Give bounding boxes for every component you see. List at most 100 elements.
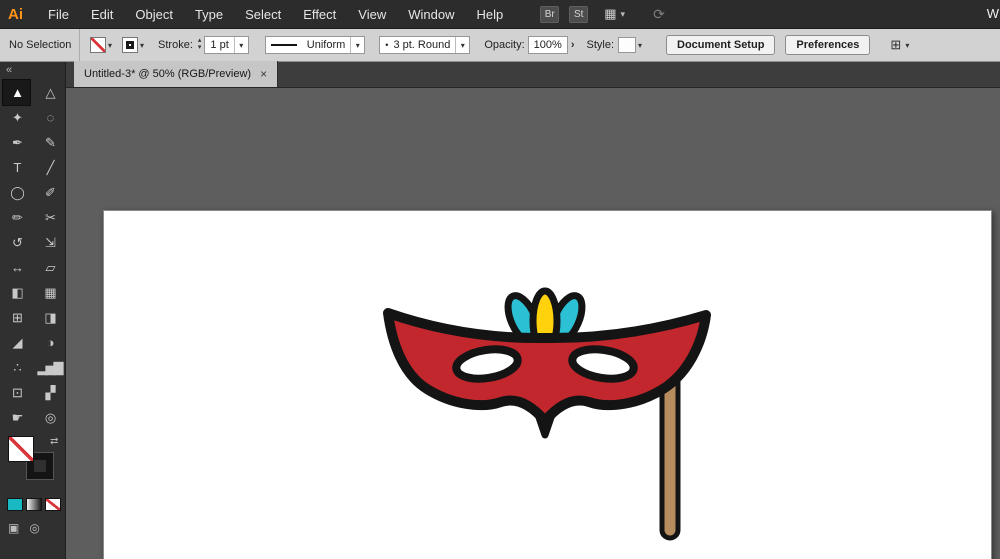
menu-view[interactable]: View bbox=[347, 0, 397, 28]
stroke-weight-stepper[interactable]: ▴ ▾ bbox=[198, 38, 202, 52]
workspace: « ▲△✦◌✒✎T╱◯✐✏✂↺⇲↔▱◧▦⊞◨◢◑∴▂▅▇⊡▞☛◎ ⇄ ▣ ◎ U… bbox=[0, 62, 1000, 559]
brush-definition-value[interactable]: 3 pt. Round bbox=[388, 37, 455, 53]
document-setup-button[interactable]: Document Setup bbox=[666, 35, 775, 55]
column-graph-icon: ▂▅▇ bbox=[38, 360, 62, 376]
slice-icon: ▞ bbox=[46, 385, 54, 401]
preferences-button[interactable]: Preferences bbox=[785, 35, 870, 55]
control-bar: No Selection ▾ ▾ Stroke: ▴ ▾ 1 pt ▾ Unif… bbox=[0, 28, 1000, 62]
tool-slice[interactable]: ▞ bbox=[36, 380, 63, 405]
eyedropper-icon: ◢ bbox=[13, 335, 21, 351]
align-icon: ⊞ bbox=[890, 37, 901, 53]
swap-fill-stroke-icon[interactable]: ⇄ bbox=[50, 436, 58, 447]
panel-collapse-icon[interactable]: « bbox=[0, 62, 65, 76]
width-profile-dropdown[interactable]: Uniform ▾ bbox=[265, 36, 366, 54]
chevron-down-icon[interactable]: ▾ bbox=[350, 37, 364, 53]
tool-type[interactable]: T bbox=[3, 155, 30, 180]
tool-scissors[interactable]: ✂ bbox=[36, 205, 63, 230]
magic-wand-icon: ✦ bbox=[12, 110, 21, 126]
stepper-down-icon[interactable]: ▾ bbox=[198, 45, 202, 52]
menu-window[interactable]: Window bbox=[397, 0, 465, 28]
chevron-down-icon[interactable]: ▾ bbox=[638, 41, 642, 50]
menu-object[interactable]: Object bbox=[124, 0, 184, 28]
tool-shape-builder[interactable]: ◧ bbox=[3, 280, 30, 305]
tool-ellipse[interactable]: ◯ bbox=[3, 180, 30, 205]
menu-select[interactable]: Select bbox=[234, 0, 292, 28]
style-label: Style: bbox=[586, 39, 614, 51]
tool-scale[interactable]: ⇲ bbox=[36, 230, 63, 255]
draw-behind-icon[interactable]: ◎ bbox=[29, 521, 39, 535]
tool-selection[interactable]: ▲ bbox=[3, 80, 30, 105]
arrange-documents-icon: ▦ bbox=[604, 6, 616, 22]
color-button[interactable] bbox=[7, 498, 23, 511]
opacity-value[interactable]: 100% bbox=[529, 37, 567, 53]
tool-hand[interactable]: ☛ bbox=[3, 405, 30, 430]
selection-status: No Selection bbox=[0, 29, 80, 61]
paintbrush-icon: ✐ bbox=[45, 185, 54, 201]
chevron-down-icon[interactable]: ▾ bbox=[234, 37, 248, 53]
none-button[interactable] bbox=[45, 498, 61, 511]
tool-rotate[interactable]: ↺ bbox=[3, 230, 30, 255]
tool-blend[interactable]: ◑ bbox=[36, 330, 63, 355]
tool-gradient[interactable]: ◨ bbox=[36, 305, 63, 330]
menu-help[interactable]: Help bbox=[465, 0, 514, 28]
curvature-icon: ✎ bbox=[45, 135, 54, 151]
stroke-color-dropdown[interactable]: ▾ bbox=[122, 37, 144, 53]
tool-line-segment[interactable]: ╱ bbox=[36, 155, 63, 180]
fill-indicator-none[interactable] bbox=[8, 436, 34, 462]
menu-edit[interactable]: Edit bbox=[80, 0, 124, 28]
tool-eyedropper[interactable]: ◢ bbox=[3, 330, 30, 355]
menu-type[interactable]: Type bbox=[184, 0, 234, 28]
fill-stroke-indicator: ⇄ bbox=[0, 436, 65, 492]
tool-free-transform[interactable]: ▱ bbox=[36, 255, 63, 280]
opacity-field[interactable]: 100% bbox=[528, 36, 568, 54]
mesh-icon: ⊞ bbox=[12, 310, 21, 326]
opacity-label: Opacity: bbox=[484, 39, 524, 51]
tool-pencil[interactable]: ✏ bbox=[3, 205, 30, 230]
menu-bar: Ai FileEditObjectTypeSelectEffectViewWin… bbox=[0, 0, 1000, 28]
width-icon: ↔ bbox=[11, 260, 22, 275]
artboard-icon: ⊡ bbox=[12, 385, 21, 401]
menu-file[interactable]: File bbox=[37, 0, 80, 28]
fill-none-swatch[interactable] bbox=[90, 37, 106, 53]
pencil-icon: ✏ bbox=[12, 210, 21, 226]
tool-symbol-sprayer[interactable]: ∴ bbox=[3, 355, 30, 380]
fill-color-dropdown[interactable]: ▾ bbox=[90, 37, 112, 53]
stroke-color-swatch[interactable] bbox=[122, 37, 138, 53]
tool-zoom[interactable]: ◎ bbox=[36, 405, 63, 430]
symbol-sprayer-icon: ∴ bbox=[13, 360, 19, 376]
tool-mesh[interactable]: ⊞ bbox=[3, 305, 30, 330]
stroke-weight-value[interactable]: 1 pt bbox=[205, 37, 233, 53]
tool-column-graph[interactable]: ▂▅▇ bbox=[36, 355, 63, 380]
type-icon: T bbox=[14, 160, 20, 175]
menu-effect[interactable]: Effect bbox=[292, 0, 347, 28]
tool-direct-selection[interactable]: △ bbox=[36, 80, 63, 105]
width-profile-value[interactable]: Uniform bbox=[302, 37, 351, 53]
graphic-style-swatch[interactable] bbox=[618, 37, 636, 53]
tool-paintbrush[interactable]: ✐ bbox=[36, 180, 63, 205]
tool-pen[interactable]: ✒ bbox=[3, 130, 30, 155]
bridge-icon[interactable]: Br bbox=[540, 6, 559, 23]
close-icon[interactable]: × bbox=[260, 67, 267, 81]
align-options-dropdown[interactable]: ⊞ ▾ bbox=[890, 37, 909, 53]
stock-icon[interactable]: St bbox=[569, 6, 588, 23]
tool-width[interactable]: ↔ bbox=[3, 255, 30, 280]
menu-items: FileEditObjectTypeSelectEffectViewWindow… bbox=[37, 0, 514, 28]
brush-definition-dropdown[interactable]: • 3 pt. Round ▾ bbox=[379, 36, 470, 54]
touch-workspace-icon[interactable]: ⟳ bbox=[653, 6, 665, 23]
draw-normal-icon[interactable]: ▣ bbox=[8, 521, 19, 535]
artwork-masquerade-mask[interactable] bbox=[375, 285, 720, 547]
tool-artboard[interactable]: ⊡ bbox=[3, 380, 30, 405]
gradient-button[interactable] bbox=[26, 498, 42, 511]
document-tab[interactable]: Untitled-3* @ 50% (RGB/Preview) × bbox=[74, 61, 278, 87]
arrange-documents-dropdown[interactable]: ▦ ▾ bbox=[604, 6, 625, 22]
canvas-pasteboard[interactable] bbox=[66, 88, 1000, 559]
chevron-down-icon[interactable]: ▾ bbox=[455, 37, 469, 53]
tool-magic-wand[interactable]: ✦ bbox=[3, 105, 30, 130]
tool-perspective-grid[interactable]: ▦ bbox=[36, 280, 63, 305]
pen-icon: ✒ bbox=[12, 135, 21, 151]
line-segment-icon: ╱ bbox=[47, 160, 53, 176]
opacity-flyout-icon[interactable]: › bbox=[571, 39, 575, 51]
tool-lasso[interactable]: ◌ bbox=[36, 105, 63, 130]
stroke-weight-field[interactable]: 1 pt ▾ bbox=[204, 36, 248, 54]
tool-curvature[interactable]: ✎ bbox=[36, 130, 63, 155]
